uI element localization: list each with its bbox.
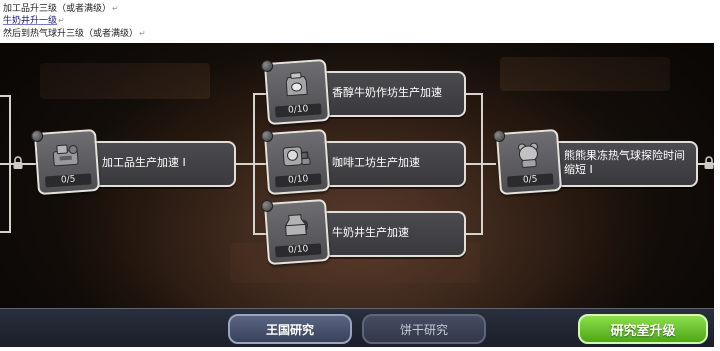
progress-count: 0/10	[274, 243, 322, 258]
milk-jug-icon	[285, 214, 308, 237]
note-line-1: 加工品升三级（或者满级）↵	[3, 3, 119, 15]
tab-cookie-research[interactable]: 饼干研究	[362, 314, 486, 344]
lock-icon	[704, 156, 714, 169]
progress-count: 0/10	[274, 103, 322, 118]
processing-machine-icon	[52, 144, 79, 167]
research-node-creamery[interactable]: 香醇牛奶作坊生产加速 0/10	[260, 58, 466, 126]
lab-upgrade-button[interactable]: 研究室升级	[578, 314, 708, 344]
coffee-machine-icon	[282, 146, 311, 167]
research-node-processed-goods[interactable]: 加工品生产加速 Ⅰ 0/5	[30, 128, 236, 196]
research-node-balloon[interactable]: 熊熊果冻热气球探险时间缩短 Ⅰ 0/5	[492, 128, 698, 196]
connector-line	[466, 163, 496, 165]
milk-churn-icon	[285, 72, 308, 97]
note-text: 牛奶井升一级	[3, 16, 58, 26]
bear-jelly-icon	[517, 142, 538, 168]
progress-count: 0/5	[506, 173, 554, 188]
progress-count: 0/10	[274, 173, 322, 188]
paragraph-mark: ↵	[112, 4, 119, 13]
tab-kingdom-research[interactable]: 王国研究	[228, 314, 352, 344]
pin-icon	[260, 129, 274, 143]
progress-count: 0/5	[44, 173, 92, 188]
connector-line	[466, 93, 482, 95]
node-card[interactable]: 0/10	[260, 198, 331, 266]
bottom-tab-bar: 王国研究 饼干研究 研究室升级	[0, 308, 714, 347]
node-label: 咖啡工坊生产加速	[332, 156, 420, 169]
pin-icon	[30, 129, 44, 143]
research-node-coffee[interactable]: 咖啡工坊生产加速 0/10	[260, 128, 466, 196]
node-label: 牛奶井生产加速	[332, 226, 409, 239]
research-node-milk-well[interactable]: 牛奶井生产加速 0/10	[260, 198, 466, 266]
connector-line	[236, 163, 254, 165]
pin-icon	[260, 59, 274, 73]
node-card[interactable]: 0/10	[260, 128, 331, 196]
node-label: 熊熊果冻热气球探险时间缩短 Ⅰ	[564, 149, 685, 176]
note-line-3: 然后到热气球升三级（或者满级）↵	[3, 28, 146, 40]
note-text: 加工品升三级（或者满级）	[3, 4, 112, 14]
node-label: 加工品生产加速 Ⅰ	[102, 156, 186, 169]
pin-icon	[492, 129, 506, 143]
note-text: 然后到热气球升三级（或者满级）	[3, 29, 139, 39]
note-line-2: 牛奶井升一级↵	[3, 15, 65, 27]
node-card[interactable]: 0/5	[492, 128, 563, 196]
connector-line	[0, 231, 10, 233]
paragraph-mark: ↵	[58, 16, 65, 25]
connector-line	[466, 233, 482, 235]
research-tree-screen: 加工品生产加速 Ⅰ 0/5 香醇牛奶作坊生产加速 0/10 咖啡工坊生产加速 0…	[0, 43, 714, 347]
node-card[interactable]: 0/5	[30, 128, 101, 196]
node-label: 香醇牛奶作坊生产加速	[332, 86, 442, 99]
pin-icon	[260, 199, 274, 213]
lock-icon	[13, 156, 23, 169]
paragraph-mark: ↵	[139, 29, 146, 38]
node-card[interactable]: 0/10	[260, 58, 331, 126]
